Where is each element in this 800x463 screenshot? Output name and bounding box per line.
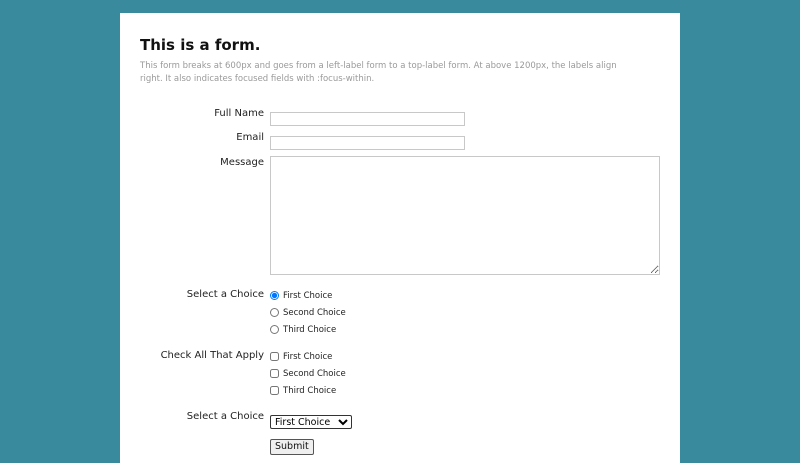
checkbox-third-label: Third Choice xyxy=(283,385,337,396)
radio-group-label: Select a Choice xyxy=(186,289,264,300)
checkbox-third-choice[interactable] xyxy=(270,386,279,395)
select-label: Select a Choice xyxy=(186,411,264,422)
radio-third-choice[interactable] xyxy=(270,325,279,334)
choice-select[interactable]: First Choice xyxy=(270,415,352,429)
message-textarea[interactable] xyxy=(270,156,660,275)
radio-option-first[interactable]: First Choice xyxy=(270,287,346,304)
checkbox-options: First Choice Second Choice Third Choice xyxy=(270,348,346,399)
message-label: Message xyxy=(220,157,264,168)
radio-second-choice[interactable] xyxy=(270,308,279,317)
radio-second-label: Second Choice xyxy=(283,307,346,318)
full-name-label: Full Name xyxy=(214,108,264,119)
form-description: This form breaks at 600px and goes from … xyxy=(140,61,617,84)
radio-option-third[interactable]: Third Choice xyxy=(270,321,346,338)
radio-first-choice[interactable] xyxy=(270,291,279,300)
email-input[interactable] xyxy=(270,136,465,150)
checkbox-option-first[interactable]: First Choice xyxy=(270,348,346,365)
checkbox-group-label: Check All That Apply xyxy=(160,350,264,361)
checkbox-second-label: Second Choice xyxy=(283,368,346,379)
checkbox-first-choice[interactable] xyxy=(270,352,279,361)
checkbox-option-third[interactable]: Third Choice xyxy=(270,382,346,399)
radio-third-label: Third Choice xyxy=(283,324,337,335)
full-name-input[interactable] xyxy=(270,112,465,126)
submit-button[interactable]: Submit xyxy=(270,438,314,455)
form-card: This is a form. This form breaks at 600p… xyxy=(120,13,680,463)
checkbox-second-choice[interactable] xyxy=(270,369,279,378)
radio-options: First Choice Second Choice Third Choice xyxy=(270,287,346,338)
checkbox-option-second[interactable]: Second Choice xyxy=(270,365,346,382)
radio-first-label: First Choice xyxy=(283,290,333,301)
radio-option-second[interactable]: Second Choice xyxy=(270,304,346,321)
checkbox-first-label: First Choice xyxy=(283,351,333,362)
email-label: Email xyxy=(236,132,264,143)
page-title: This is a form. xyxy=(140,36,261,54)
